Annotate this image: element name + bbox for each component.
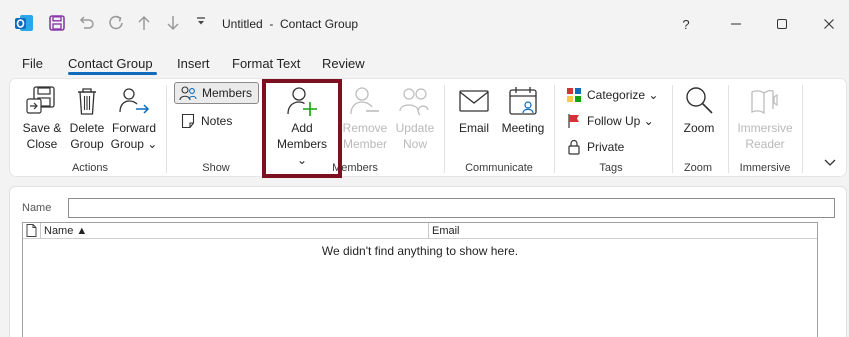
categorize-button[interactable]: Categorize ⌄ [566,87,658,103]
tab-file[interactable]: File [22,56,43,71]
name-label: Name [22,202,52,214]
immersive-reader-icon [751,89,778,115]
save-close-icon [26,86,55,114]
categorize-icon [567,88,581,102]
update-members-icon [399,88,429,116]
email-button[interactable]: Email [454,85,494,136]
flag-icon [568,114,579,128]
down-icon[interactable] [165,14,181,35]
tab-contact-group[interactable]: Contact Group [68,56,153,71]
group-label-immersive: Immersive [739,162,791,174]
redo-icon[interactable] [107,14,125,35]
group-separator [728,85,729,173]
group-name-input[interactable] [68,198,835,218]
group-label-show: Show [202,162,230,174]
email-icon [459,90,489,112]
tab-format-text[interactable]: Format Text [232,56,300,71]
grid-header: Name ▲ Email [23,223,817,239]
contact-group-form: Name Name ▲ Email We didn't find anythin… [9,186,847,337]
group-separator [672,85,673,173]
item-type-icon[interactable] [26,224,37,240]
update-now-button[interactable]: Update Now [390,85,440,152]
group-label-communicate: Communicate [465,162,533,174]
notes-view-button[interactable]: Notes [180,113,232,129]
group-separator [554,85,555,173]
meeting-icon [509,87,537,115]
up-icon[interactable] [136,14,152,35]
add-members-highlight [262,79,342,178]
trash-icon [78,88,96,115]
zoom-icon [686,87,713,114]
maximize-icon[interactable] [767,10,797,38]
help-button[interactable]: ? [671,10,701,38]
title-bar: Untitled - Contact Group ? [0,0,849,48]
undo-icon[interactable] [78,14,96,35]
group-separator [444,85,445,173]
tab-review[interactable]: Review [322,56,365,71]
follow-up-button[interactable]: Follow Up ⌄ [566,113,654,129]
column-separator [40,223,41,239]
column-header-name[interactable]: Name ▲ [44,225,87,237]
group-label-zoom: Zoom [683,162,713,174]
column-separator[interactable] [428,223,429,239]
delete-group-button[interactable]: Delete Group [66,85,108,152]
group-label-actions: Actions [71,162,109,174]
customize-icon[interactable] [195,15,207,32]
group-label-tags: Tags [599,162,623,174]
close-icon[interactable] [814,10,844,38]
meeting-button[interactable]: Meeting [498,85,548,136]
notes-icon [181,113,195,129]
ribbon: Save & Close Delete Group Forward Group … [9,78,847,177]
save-icon[interactable] [48,14,66,35]
remove-member-icon [350,87,379,115]
save-close-button[interactable]: Save & Close [18,85,66,152]
empty-list-message: We didn't find anything to show here. [321,244,519,258]
group-separator [166,85,167,173]
forward-group-button[interactable]: Forward Group ⌄ [110,85,158,152]
immersive-reader-button[interactable]: Immersive Reader [734,85,796,152]
outlook-icon [14,13,34,36]
forward-group-icon [119,88,150,114]
column-header-email[interactable]: Email [432,225,460,237]
window-title: Untitled - Contact Group [222,17,359,31]
members-grid: Name ▲ Email We didn't find anything to … [22,222,818,337]
zoom-button[interactable]: Zoom [678,85,720,136]
members-icon [179,86,197,101]
group-separator [802,85,803,173]
minimize-icon[interactable] [721,10,751,38]
members-view-button[interactable]: Members [174,82,260,104]
active-tab-indicator [68,72,157,75]
remove-member-button[interactable]: Remove Member [340,85,390,152]
private-button[interactable]: Private [566,139,624,155]
ribbon-collapse-icon[interactable] [824,157,836,171]
tab-insert[interactable]: Insert [177,56,210,71]
lock-icon [568,139,580,155]
